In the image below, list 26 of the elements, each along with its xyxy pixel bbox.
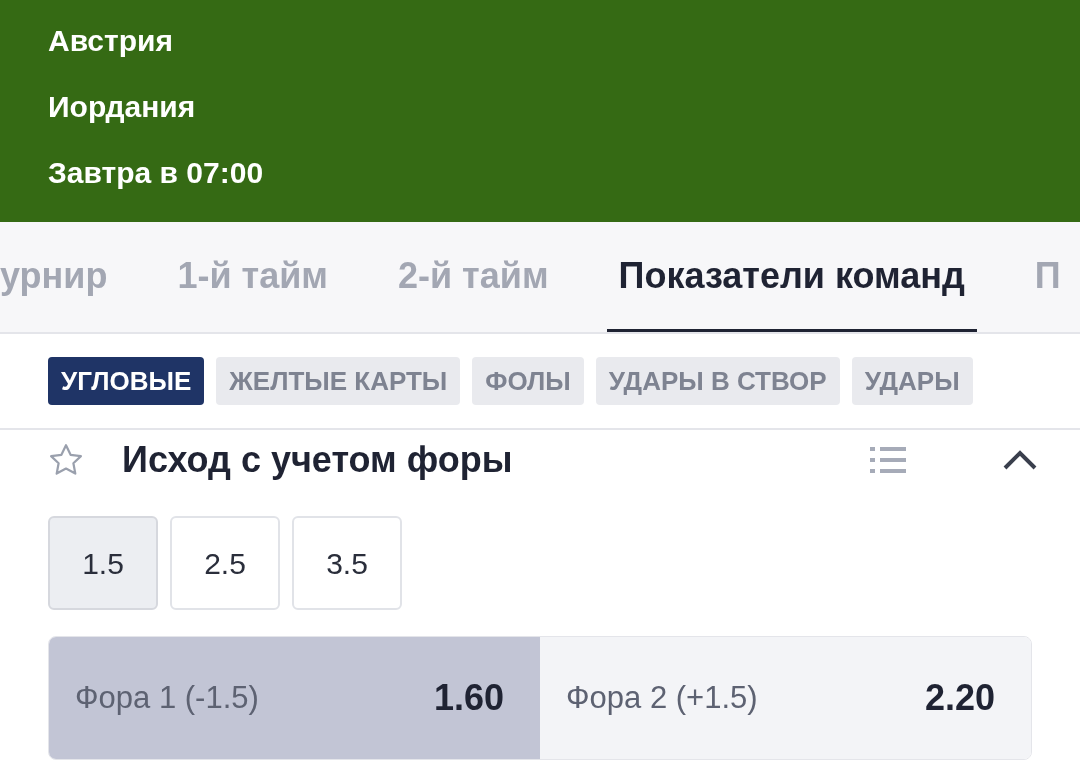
handicap-line-button[interactable]: 3.5: [292, 516, 402, 610]
chevron-icon[interactable]: [1002, 449, 1038, 471]
filter-chip[interactable]: УГЛОВЫЕ: [48, 357, 205, 405]
tab[interactable]: 2-й тайм: [385, 222, 561, 332]
odds-button[interactable]: Фора 1 (-1.5) 1.60: [49, 637, 540, 759]
market-title: Исход с учетом форы: [122, 438, 513, 482]
filter-chip[interactable]: УДАРЫ В СТВОР: [595, 357, 840, 405]
team-name: Иордания: [48, 92, 197, 122]
odds-value: 2.20: [924, 676, 995, 720]
star-icon[interactable]: [48, 443, 84, 477]
filter-chip[interactable]: УДАРЫ: [851, 357, 973, 405]
outcome-label: Фора 2 (+1.5): [566, 678, 758, 717]
outcome-label: Фора 1 (-1.5): [75, 678, 259, 717]
tab[interactable]: урнир: [0, 222, 120, 332]
match-time: Завтра в 07:00: [48, 158, 265, 188]
handicap-line-button[interactable]: 1.5: [48, 516, 158, 610]
tab[interactable]: 1-й тайм: [165, 222, 340, 332]
handicap-line-button[interactable]: 2.5: [170, 516, 280, 610]
list-icon[interactable]: [870, 445, 906, 475]
filter-chip[interactable]: ЖЕЛТЫЕ КАРТЫ: [216, 357, 461, 405]
team-name: Австрия: [48, 26, 174, 56]
tab[interactable]: Показатели команд: [606, 222, 977, 332]
tab[interactable]: П: [1022, 222, 1073, 332]
odds-button[interactable]: Фора 2 (+1.5) 2.20: [540, 637, 1031, 759]
filter-chip[interactable]: ФОЛЫ: [472, 357, 584, 405]
odds-value: 1.60: [433, 676, 504, 720]
